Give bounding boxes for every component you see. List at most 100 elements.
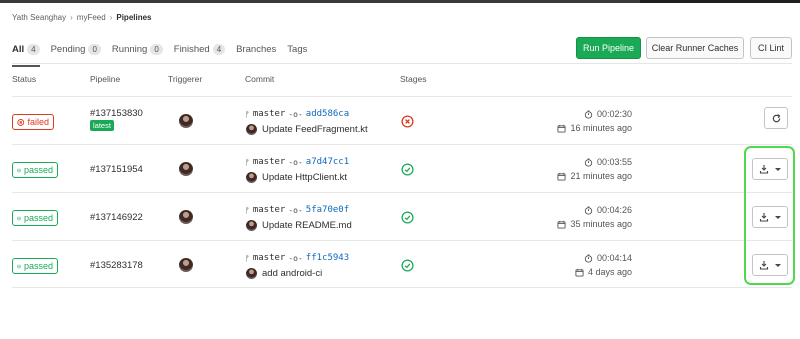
pipeline-tabs: All 4 Pending 0 Running 0 Finished 4 Bra… xyxy=(12,40,318,67)
check-circle-icon xyxy=(17,264,21,268)
calendar-icon xyxy=(575,268,584,277)
commit-message-link[interactable]: Update README.md xyxy=(262,220,352,231)
pipeline-duration: 00:03:55 xyxy=(584,157,632,167)
branch-icon: ᚠ xyxy=(245,109,250,119)
duration-value: 00:03:55 xyxy=(596,157,632,167)
tab-count-badge: 4 xyxy=(27,43,40,55)
download-icon xyxy=(759,213,769,222)
branch-name[interactable]: master xyxy=(253,109,286,119)
branch-icon: ᚠ xyxy=(245,157,250,167)
run-pipeline-button[interactable]: Run Pipeline xyxy=(576,37,641,59)
column-header-status: Status xyxy=(12,74,37,84)
branch-name[interactable]: master xyxy=(253,253,286,263)
pipeline-id-link[interactable]: #137153830 xyxy=(90,108,143,119)
pipeline-finished: 21 minutes ago xyxy=(557,171,632,181)
status-label: passed xyxy=(23,261,53,271)
tab-count-badge: 0 xyxy=(150,43,163,55)
commit-ref: ᚠ master -o- a7d47cc1 xyxy=(245,157,349,167)
duration-value: 00:02:30 xyxy=(596,109,632,119)
tab-label: Pending xyxy=(50,43,86,55)
commit-author-avatar xyxy=(246,124,257,135)
download-artifacts-button[interactable] xyxy=(752,254,788,276)
pipeline-finished: 4 days ago xyxy=(575,267,632,277)
triggerer-avatar[interactable] xyxy=(179,162,193,176)
commit-sha-link[interactable]: a7d47cc1 xyxy=(306,157,349,167)
breadcrumb-separator-icon: › xyxy=(109,13,113,22)
commit-author-avatar xyxy=(246,172,257,183)
retry-button[interactable] xyxy=(764,107,788,129)
pipeline-duration: 00:02:30 xyxy=(584,109,632,119)
tab-label: Finished xyxy=(173,43,210,55)
tab-all[interactable]: All 4 xyxy=(12,40,40,67)
timer-icon xyxy=(584,253,593,263)
download-artifacts-button[interactable] xyxy=(752,206,788,228)
finished-value: 21 minutes ago xyxy=(570,171,632,181)
status-badge-passed[interactable]: passed xyxy=(12,210,58,226)
commit-ref: ᚠ master -o- ff1c5943 xyxy=(245,253,349,263)
commit-message-link[interactable]: Update HttpClient.kt xyxy=(262,172,347,183)
breadcrumb-user[interactable]: Yath Seanghay xyxy=(12,13,66,22)
status-badge-passed[interactable]: passed xyxy=(12,162,58,178)
pipeline-id-link[interactable]: #135283178 xyxy=(90,260,143,271)
status-badge-failed[interactable]: failed xyxy=(12,114,54,130)
tab-finished[interactable]: Finished 4 xyxy=(173,40,226,58)
check-circle-icon[interactable] xyxy=(401,211,414,224)
chevron-down-icon xyxy=(775,215,781,219)
branch-name[interactable]: master xyxy=(253,205,286,215)
tab-running[interactable]: Running 0 xyxy=(112,40,163,58)
branch-icon: ᚠ xyxy=(245,205,250,215)
ci-lint-button[interactable]: CI Lint xyxy=(750,37,792,59)
calendar-icon xyxy=(557,220,567,229)
tab-pending[interactable]: Pending 0 xyxy=(51,40,101,58)
timer-icon xyxy=(584,157,593,167)
pipeline-duration: 00:04:26 xyxy=(584,205,632,215)
commit-sha-link[interactable]: add586ca xyxy=(306,109,349,119)
tab-label: Tags xyxy=(287,43,308,55)
tab-count-badge: 4 xyxy=(212,43,226,55)
commit-sha-link[interactable]: 5fa70e0f xyxy=(306,205,349,215)
pipeline-id-link[interactable]: #137146922 xyxy=(90,212,143,223)
check-circle-icon xyxy=(17,168,21,172)
x-circle-icon xyxy=(17,118,25,126)
status-label: failed xyxy=(27,117,49,127)
commit-message-link[interactable]: add android-ci xyxy=(262,268,322,279)
column-header-stages: Stages xyxy=(400,74,427,84)
pipeline-finished: 16 minutes ago xyxy=(557,123,632,133)
tab-count-badge: 0 xyxy=(88,43,101,55)
triggerer-avatar[interactable] xyxy=(179,114,193,128)
finished-value: 4 days ago xyxy=(587,267,632,277)
column-header-commit: Commit xyxy=(245,74,275,84)
check-circle-icon[interactable] xyxy=(401,259,414,272)
commit-ref: ᚠ master -o- 5fa70e0f xyxy=(245,205,349,215)
triggerer-avatar[interactable] xyxy=(179,210,193,224)
commit-sha-link[interactable]: ff1c5943 xyxy=(306,253,349,263)
commit-icon: -o- xyxy=(288,253,303,263)
branch-name[interactable]: master xyxy=(253,157,286,167)
check-circle-icon[interactable] xyxy=(401,163,414,176)
top-navbar-strip-dark xyxy=(640,0,800,3)
table-row: failed #137153830 latest ᚠ master -o- ad… xyxy=(12,96,792,144)
download-artifacts-button[interactable] xyxy=(752,158,788,180)
breadcrumb-project[interactable]: myFeed xyxy=(77,13,106,22)
tab-label: Branches xyxy=(236,43,277,55)
x-circle-icon[interactable] xyxy=(401,115,414,128)
status-badge-passed[interactable]: passed xyxy=(12,258,58,274)
clear-runner-caches-button[interactable]: Clear Runner Caches xyxy=(646,37,744,59)
column-header-pipeline: Pipeline xyxy=(90,74,121,84)
table-row: passed #137146922 ᚠ master -o- 5fa70e0f … xyxy=(12,192,792,240)
finished-value: 16 minutes ago xyxy=(570,123,632,133)
duration-value: 00:04:14 xyxy=(596,253,632,263)
tab-branches[interactable]: Branches xyxy=(236,40,276,58)
breadcrumb-current[interactable]: Pipelines xyxy=(116,13,151,22)
tabs-divider xyxy=(12,63,792,64)
pipeline-id-link[interactable]: #137151954 xyxy=(90,164,143,175)
tab-label: Running xyxy=(111,43,148,55)
commit-ref: ᚠ master -o- add586ca xyxy=(245,109,349,119)
commit-message-link[interactable]: Update FeedFragment.kt xyxy=(262,124,368,135)
calendar-icon xyxy=(557,172,567,181)
table-row: passed #137151954 ᚠ master -o- a7d47cc1 … xyxy=(12,144,792,192)
chevron-down-icon xyxy=(775,167,781,171)
triggerer-avatar[interactable] xyxy=(179,258,193,272)
status-label: passed xyxy=(23,213,53,223)
tab-tags[interactable]: Tags xyxy=(287,40,307,58)
